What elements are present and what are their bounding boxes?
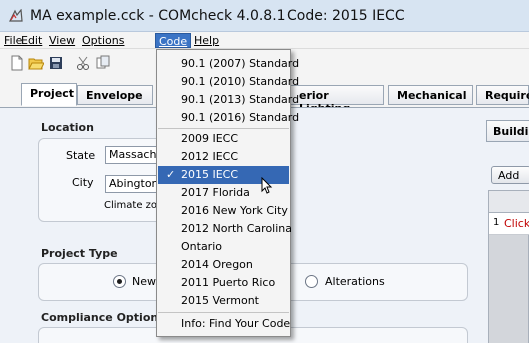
menu-edit-label: Edit [21,34,43,47]
add-button[interactable]: Add [491,166,529,184]
menu-help-label: Help [194,34,220,47]
menu-view[interactable]: View [46,33,78,48]
menu-options[interactable]: Options [79,33,127,48]
tab-envelope-label: Envelope [86,89,143,102]
tab-mechanical-label: Mechanical [397,89,467,102]
menu-item-901-2007[interactable]: 90.1 (2007) Standard [158,55,299,73]
tab-project-label: Project [30,87,75,100]
menu-item-901-2016[interactable]: 90.1 (2016) Standard [158,109,299,127]
building-area-pane: Building Add 1 Click [478,108,529,343]
menu-bar: File Edit View Options Code Help [0,32,529,49]
alterations-radio-label: Alterations [325,275,385,288]
check-mark-icon: ✓ [166,168,176,181]
cut-icon[interactable] [75,55,91,71]
menu-code-label: Code [159,35,188,48]
row-number: 1 [493,217,500,228]
menu-item-ontario[interactable]: Ontario [158,238,289,256]
window-code-label: Code: 2015 IECC [287,8,405,24]
tab-interior-lighting[interactable]: erior Lighting [290,85,384,115]
tab-envelope[interactable]: Envelope [77,85,153,105]
tab-requirements-label: Require [485,89,529,102]
window-title: MA example.cck - COMcheck 4.0.8.1 [30,8,286,24]
menu-options-label: Options [82,34,125,47]
menu-separator [158,312,289,313]
menu-item-2012-north-carolina[interactable]: 2012 North Carolina [158,220,292,238]
open-folder-icon[interactable] [28,55,45,71]
menu-item-2014-oregon[interactable]: 2014 Oregon [158,256,289,274]
menu-item-901-2013[interactable]: 90.1 (2013) Standard [158,91,299,109]
table-header [489,191,529,213]
copy-icon[interactable] [95,55,111,71]
compliance-options-title: Compliance Options [41,311,165,324]
menu-view-label: View [49,34,76,47]
new-file-icon[interactable] [9,55,25,71]
menu-item-2015-vermont[interactable]: 2015 Vermont [158,292,289,310]
menu-item-901-2010[interactable]: 90.1 (2010) Standard [158,73,299,91]
menu-item-info-find-your-code[interactable]: Info: Find Your Code [158,315,290,333]
project-type-title: Project Type [41,247,118,260]
new-radio[interactable] [113,275,126,288]
city-label: City [72,176,94,189]
state-label: State [66,149,96,162]
app-icon [8,8,24,23]
menu-item-2012-iecc[interactable]: 2012 IECC [158,148,289,166]
title-bar: MA example.cck - COMcheck 4.0.8.1 Code: … [0,0,529,32]
menu-item-2009-iecc[interactable]: 2009 IECC [158,130,289,148]
alterations-radio[interactable] [305,275,318,288]
save-icon[interactable] [48,55,64,71]
menu-help[interactable]: Help [191,33,222,48]
tab-building[interactable]: Building [486,120,529,142]
menu-item-2015-iecc-label: 2015 IECC [181,168,239,181]
table-row[interactable]: 1 Click [489,213,529,235]
tab-requirements[interactable]: Require [476,85,529,105]
menu-item-2016-new-york-city[interactable]: 2016 New York City [158,202,289,220]
new-radio-label: New [132,275,156,288]
menu-item-2011-puerto-rico[interactable]: 2011 Puerto Rico [158,274,289,292]
menu-edit[interactable]: Edit [18,33,45,48]
building-area-table: 1 Click [488,190,529,343]
mouse-pointer-icon [261,176,273,198]
menu-code[interactable]: Code [155,33,192,48]
menu-separator [158,128,289,129]
tab-mechanical[interactable]: Mechanical [388,85,473,105]
click-to-add-cell[interactable]: Click [504,217,529,230]
location-title: Location [41,121,94,134]
tab-project[interactable]: Project [21,83,77,106]
